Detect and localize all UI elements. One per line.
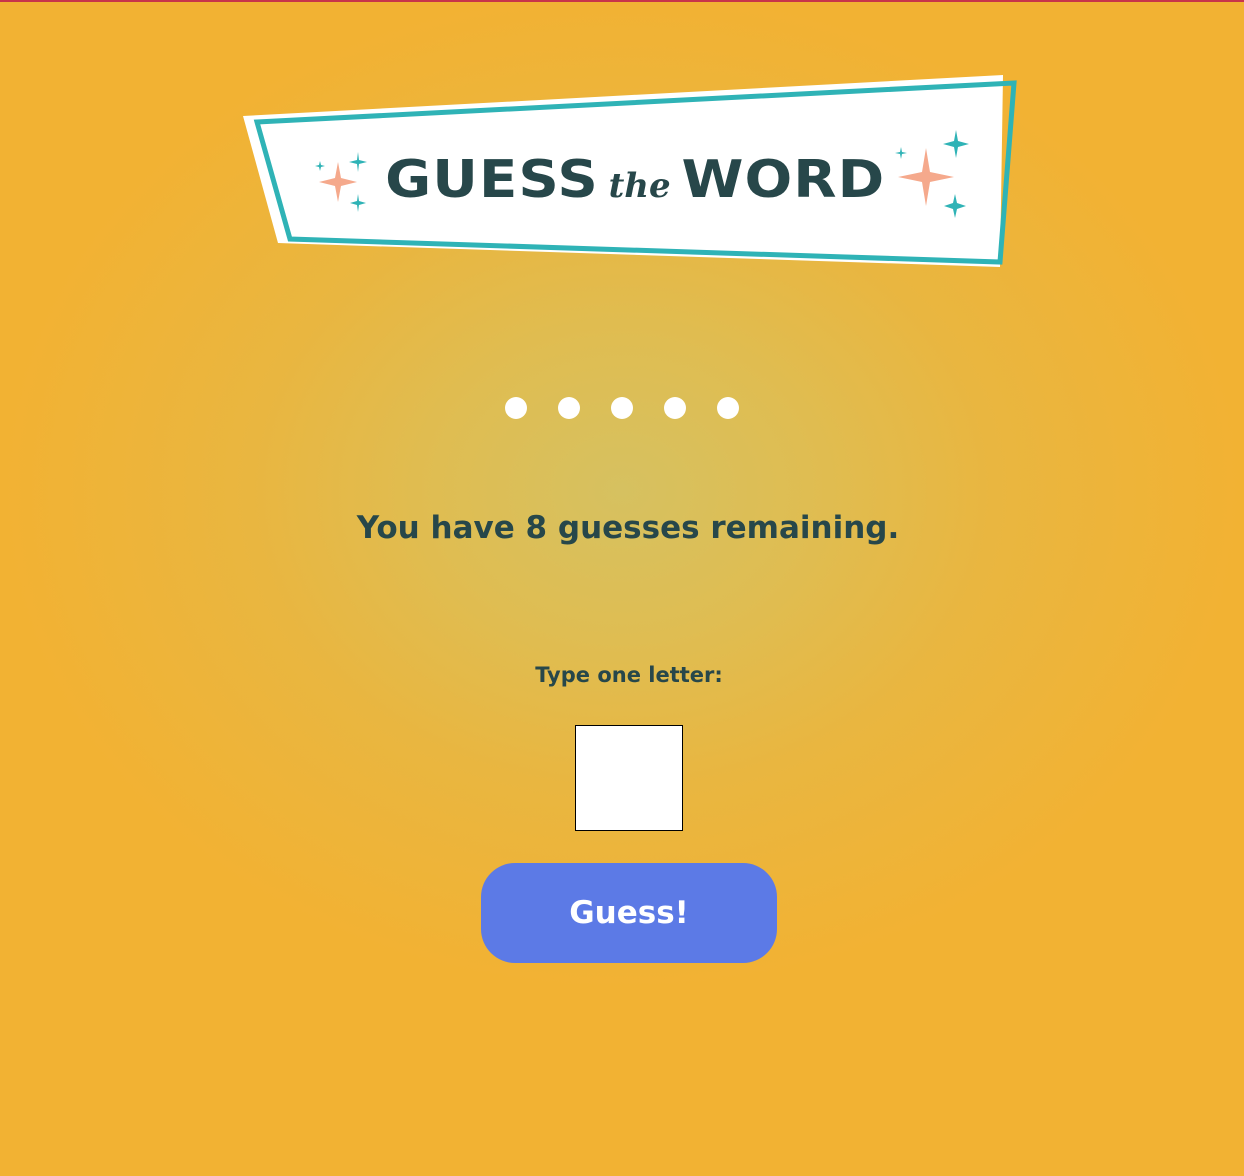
guesses-remaining-text: You have 8 guesses remaining.	[356, 510, 900, 546]
hidden-letter-dot	[505, 397, 527, 419]
guess-button[interactable]: Guess!	[481, 863, 777, 963]
title-the: the	[608, 166, 671, 206]
word-in-progress	[0, 397, 1244, 419]
hidden-letter-dot	[717, 397, 739, 419]
hidden-letter-dot	[611, 397, 633, 419]
title-guess: GUESS	[384, 150, 599, 210]
hidden-letter-dot	[664, 397, 686, 419]
title-banner: GUESS the WORD	[240, 72, 1020, 272]
hidden-letter-dot	[558, 397, 580, 419]
game-title: GUESS the WORD	[385, 150, 884, 210]
title-word: WORD	[681, 150, 885, 210]
letter-input[interactable]	[575, 725, 683, 831]
letter-input-label: Type one letter:	[535, 663, 723, 687]
